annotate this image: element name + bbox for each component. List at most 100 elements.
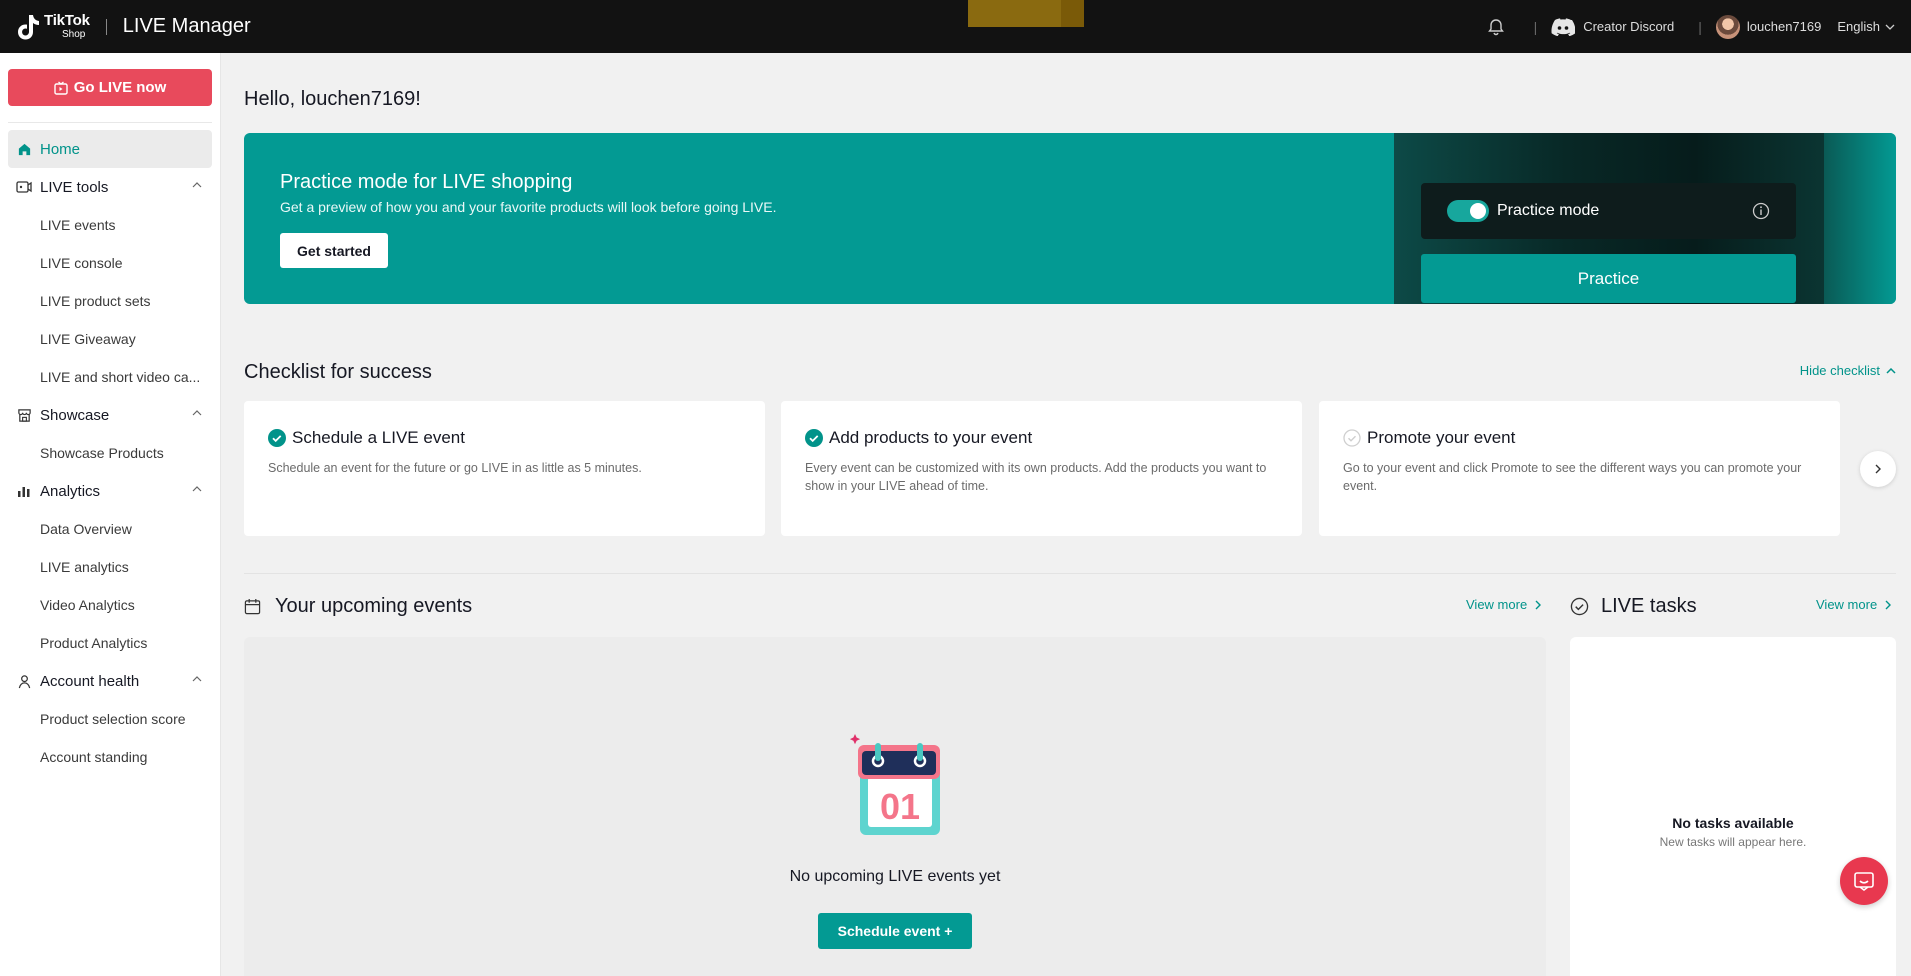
live-tasks-title: LIVE tasks — [1601, 595, 1697, 617]
live-icon — [54, 80, 68, 95]
discord-icon — [1551, 17, 1576, 36]
schedule-event-button[interactable]: Schedule event + — [818, 913, 972, 949]
logo-shop-text: Shop — [62, 29, 86, 40]
sidebar-item-video-analytics[interactable]: Video Analytics — [8, 586, 212, 624]
sidebar-item-product-selection-score[interactable]: Product selection score — [8, 700, 212, 738]
logo-divider — [105, 18, 107, 35]
card-title: Schedule a LIVE event — [292, 428, 465, 447]
card-description: Go to your event and click Promote to se… — [1343, 461, 1802, 493]
practice-mode-banner: Practice mode for LIVE shopping Get a pr… — [244, 133, 1896, 304]
top-right-actions: | Creator Discord | louchen7169 English — [1486, 0, 1911, 53]
card-title: Add products to your event — [829, 428, 1033, 447]
sidebar-nav: Home LIVE tools LIVE events LIVE console… — [8, 130, 212, 776]
sidebar-item-live-events[interactable]: LIVE events — [8, 206, 212, 244]
sidebar-item-live-giveaway[interactable]: LIVE Giveaway — [8, 320, 212, 358]
sidebar-item-analytics[interactable]: Analytics — [8, 472, 212, 510]
sidebar-item-account-health[interactable]: Account health — [8, 662, 212, 700]
no-tasks-title: No tasks available — [1672, 815, 1794, 831]
sidebar-item-live-tools[interactable]: LIVE tools — [8, 168, 212, 206]
chevron-up-icon — [192, 182, 202, 188]
sidebar-item-live-console[interactable]: LIVE console — [8, 244, 212, 282]
creator-discord-label: Creator Discord — [1583, 19, 1675, 34]
store-icon — [16, 407, 32, 423]
top-bar: TikTok Shop LIVE Manager | Creator Disco… — [0, 0, 1911, 53]
live-tools-icon — [16, 179, 32, 195]
language-selector[interactable]: English — [1837, 19, 1895, 34]
page-title: Hello, louchen7169! — [244, 88, 421, 110]
checklist-next-button[interactable] — [1860, 451, 1896, 487]
chevron-down-icon — [1885, 24, 1895, 30]
checklist-card-promote[interactable]: Promote your event Go to your event and … — [1319, 401, 1840, 536]
practice-mode-toggle[interactable] — [1447, 200, 1489, 222]
no-events-text: No upcoming LIVE events yet — [789, 868, 1001, 885]
chevron-right-icon — [1885, 600, 1892, 609]
header-divider: | — [1533, 18, 1538, 35]
banner-title: Practice mode for LIVE shopping — [280, 171, 573, 193]
sidebar-item-showcase-products[interactable]: Showcase Products — [8, 434, 212, 472]
sidebar-item-label: Account health — [40, 672, 140, 690]
info-icon[interactable] — [1752, 202, 1770, 220]
upcoming-events-title: Your upcoming events — [275, 595, 473, 617]
check-circle-outline-icon — [1570, 597, 1589, 616]
check-circle-icon — [805, 429, 823, 447]
calendar-icon — [244, 598, 261, 615]
tiktok-logo-icon — [18, 14, 39, 39]
section-divider — [244, 573, 1896, 574]
sidebar-item-label: Showcase — [40, 406, 110, 424]
view-more-label: View more — [1466, 597, 1528, 612]
analytics-icon — [16, 483, 32, 499]
practice-button[interactable]: Practice — [1421, 254, 1796, 303]
top-banner-block — [968, 0, 1084, 27]
chevron-up-icon — [192, 676, 202, 682]
card-description: Schedule an event for the future or go L… — [268, 461, 642, 475]
sidebar-divider — [8, 122, 212, 123]
upcoming-events-header: Your upcoming events — [244, 595, 472, 618]
chevron-up-icon — [192, 486, 202, 492]
checklist-card-add-products[interactable]: Add products to your event Every event c… — [781, 401, 1302, 536]
sidebar: Go LIVE now Home LIVE tools LIVE events … — [0, 53, 221, 976]
sidebar-item-label: Home — [40, 140, 81, 158]
sidebar-item-live-short-video[interactable]: LIVE and short video ca... — [8, 358, 212, 396]
chevron-up-icon — [192, 410, 202, 416]
go-live-button[interactable]: Go LIVE now — [8, 69, 212, 106]
sidebar-item-live-product-sets[interactable]: LIVE product sets — [8, 282, 212, 320]
card-description: Every event can be customized with its o… — [805, 461, 1267, 493]
checklist-card-schedule[interactable]: Schedule a LIVE event Schedule an event … — [244, 401, 765, 536]
chat-support-button[interactable] — [1840, 857, 1888, 905]
sidebar-item-showcase[interactable]: Showcase — [8, 396, 212, 434]
user-menu[interactable]: louchen7169 — [1715, 14, 1822, 39]
get-started-button[interactable]: Get started — [280, 233, 388, 268]
person-icon — [16, 673, 32, 689]
upcoming-events-panel: 01 No upcoming LIVE events yet Schedule … — [244, 637, 1546, 976]
calendar-illustration-icon: 01 — [849, 734, 940, 835]
sidebar-item-data-overview[interactable]: Data Overview — [8, 510, 212, 548]
tiktok-shop-logo[interactable]: TikTok Shop LIVE Manager — [14, 0, 251, 53]
banner-fade — [1824, 133, 1896, 304]
language-label: English — [1837, 19, 1880, 34]
sidebar-item-product-analytics[interactable]: Product Analytics — [8, 624, 212, 662]
sidebar-item-home[interactable]: Home — [8, 130, 212, 168]
app-title: LIVE Manager — [122, 15, 251, 37]
tasks-view-more-link[interactable]: View more — [1816, 597, 1892, 612]
username: louchen7169 — [1746, 19, 1822, 34]
no-tasks-subtitle: New tasks will appear here. — [1659, 835, 1807, 849]
chevron-right-icon — [1875, 464, 1881, 474]
live-tasks-header: LIVE tasks — [1570, 595, 1697, 618]
check-circle-outline-icon — [1343, 429, 1361, 447]
sidebar-item-account-standing[interactable]: Account standing — [8, 738, 212, 776]
events-view-more-link[interactable]: View more — [1466, 597, 1542, 612]
sidebar-item-live-analytics[interactable]: LIVE analytics — [8, 548, 212, 586]
view-more-label: View more — [1816, 597, 1878, 612]
chevron-right-icon — [1535, 600, 1542, 609]
home-icon — [16, 141, 32, 157]
chevron-up-icon — [1886, 367, 1896, 374]
hide-checklist-label: Hide checklist — [1799, 363, 1880, 378]
creator-discord-link[interactable]: Creator Discord — [1551, 17, 1675, 36]
avatar — [1715, 14, 1740, 39]
bell-icon[interactable] — [1486, 17, 1506, 37]
hide-checklist-button[interactable]: Hide checklist — [1800, 363, 1896, 378]
go-live-label: Go LIVE now — [73, 79, 167, 96]
logo-tiktok-text: TikTok — [44, 12, 90, 29]
card-title: Promote your event — [1367, 428, 1516, 447]
chat-icon — [1854, 872, 1874, 891]
